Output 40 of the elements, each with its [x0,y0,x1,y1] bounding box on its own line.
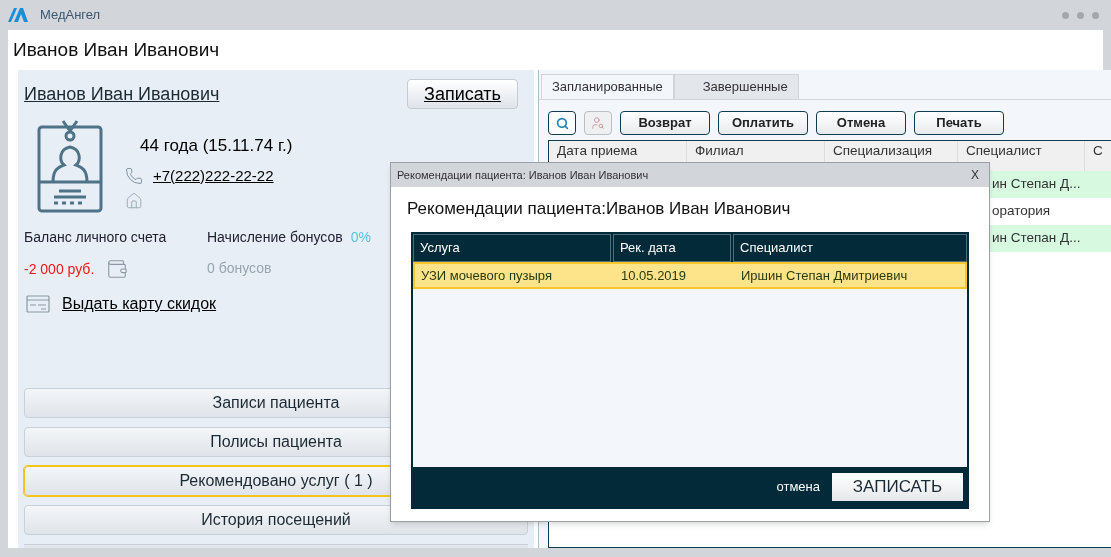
bonus-label: Начисление бонусов [207,228,343,247]
table-cell-text: 10.05.2019 [620,266,688,285]
search-button[interactable] [548,111,576,135]
recommendation-row[interactable]: УЗИ мочевого пузыря 10.05.2019 Иршин Степан Дмитриевич [413,262,967,289]
home-icon [125,192,143,210]
id-badge-icon [37,119,103,213]
table-cell-text: ин Степан Д... [992,175,1081,194]
phone-icon [125,166,143,185]
balance-label: Баланс личного счета [24,228,168,247]
balance-value: -2 000 руб. [24,259,95,279]
patient-name-link[interactable]: Иванов Иван Иванович [24,80,220,108]
toolbar-button[interactable]: Отмена [816,111,906,135]
age-text: 44 года (15.11.74 г.) [139,135,293,157]
bonus-amount: 0 бонусов [207,259,273,278]
dialog-heading: Рекомендации пациента:Иванов Иван Иванович [406,198,792,220]
tab[interactable]: Завершенные [673,74,799,99]
table-cell-text: ин Степан Д... [992,229,1081,248]
dialog-column-header: Специалист [733,234,967,262]
toolbar-button[interactable]: Печать [914,111,1004,135]
book-button[interactable]: Записать [407,79,518,109]
dialog-column-header: Услуга [413,234,611,262]
cancel-link[interactable]: отмена [776,477,820,497]
toolbar-button[interactable]: Возврат [620,111,710,135]
user-search-icon [591,116,605,130]
toolbar-button[interactable]: Оплатить [718,111,808,135]
page-title: Иванов Иван Иванович [12,38,221,62]
table-cell-text: Иршин Степан Дмитриевич [740,266,909,285]
dialog-column-header: Рек. дата [613,234,731,262]
table-cell-text: УЗИ мочевого пузыря [420,266,553,285]
tab[interactable]: Запланированные [541,74,674,99]
app-name: МедАнгел [40,6,101,25]
logo-icon [8,8,28,22]
table-cell-text: оратория [992,202,1051,221]
submit-button[interactable]: ЗАПИСАТЬ [832,473,963,501]
search-icon [555,116,569,130]
card-icon [26,295,50,313]
phone-link[interactable]: +7(222)222-22-22 [153,164,274,187]
wallet-icon[interactable] [106,258,129,280]
discount-card-link[interactable]: Выдать карту скидок [62,292,217,316]
bonus-rate: 0% [350,228,371,247]
